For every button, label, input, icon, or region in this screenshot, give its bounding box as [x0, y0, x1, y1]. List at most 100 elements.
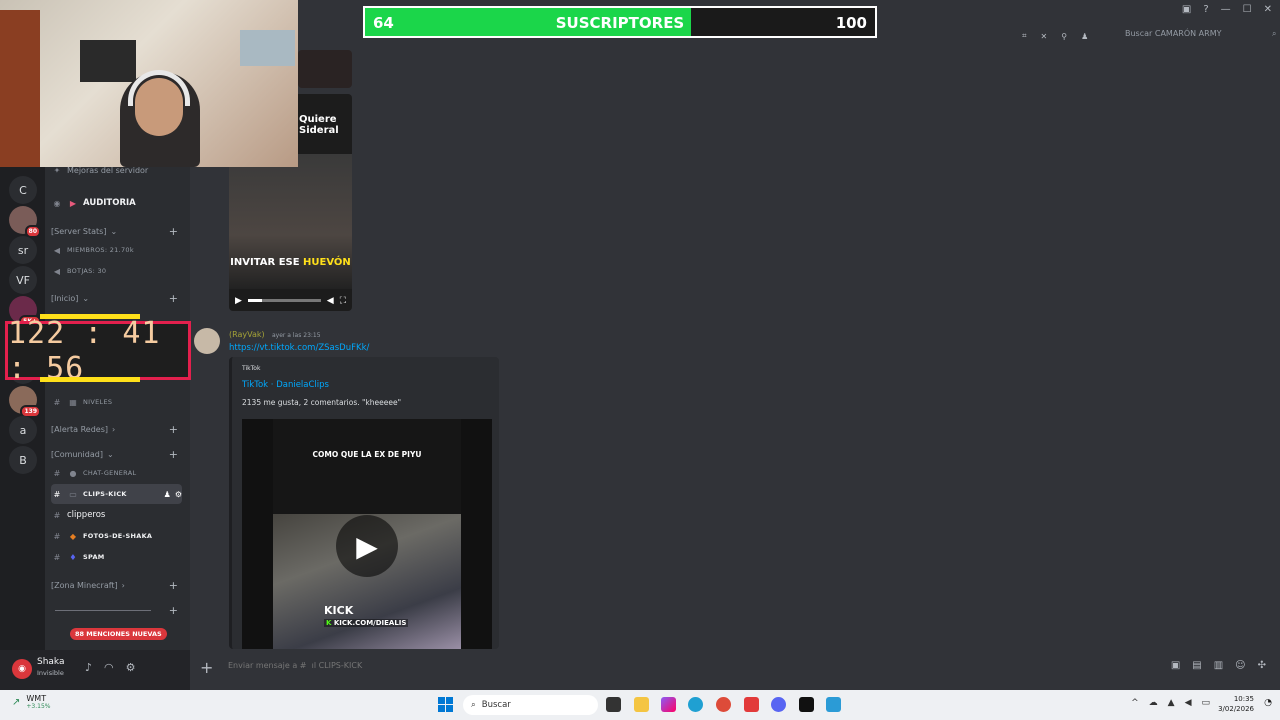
server-icon[interactable]: a — [9, 416, 37, 444]
server-icon[interactable]: C — [9, 176, 37, 204]
add-channel-icon[interactable]: + — [169, 604, 178, 617]
pin-icon[interactable]: ⚲ — [1061, 32, 1067, 41]
discord-app: ▣ ? — ☐ ✕ ⌗ ✕ ⚲ ♟ Buscar CAMARÓN ARMY ⌕ … — [0, 0, 1280, 720]
gift-icon[interactable]: ▣ — [1171, 660, 1180, 671]
window-controls: ▣ ? — ☐ ✕ — [1182, 4, 1272, 15]
edge-icon[interactable] — [688, 697, 703, 712]
threads-icon[interactable]: ⌗ — [1022, 31, 1027, 41]
embed-video[interactable]: COMO QUE LA EX DE PIYU ▶ KICK K KICK.COM… — [242, 419, 492, 649]
hashtag-icon: # — [53, 552, 61, 562]
sidebar-item-botjas[interactable]: ◀ BOTJAS: 30 — [51, 261, 182, 281]
members-icon[interactable]: ♟ — [1081, 32, 1088, 41]
minimize-button[interactable]: — — [1221, 4, 1231, 15]
chevron-down-icon: ⌄ — [82, 293, 90, 303]
headphones-icon[interactable]: ◠ — [104, 661, 114, 674]
onedrive-icon[interactable]: ☁ — [1149, 698, 1158, 708]
server-icon[interactable]: 139 — [9, 386, 41, 418]
apps-icon[interactable]: ✣ — [1258, 660, 1266, 671]
clock[interactable]: 10:35 3/02/2026 — [1218, 694, 1254, 714]
category-server-stats[interactable]: [Server Stats] ⌄ + — [51, 221, 182, 241]
maximize-button[interactable]: ☐ — [1243, 4, 1252, 15]
server-icon[interactable]: VF — [9, 266, 37, 294]
invite-icon[interactable]: ♟ — [164, 490, 171, 499]
embed-provider: TikTok — [242, 365, 261, 372]
add-channel-icon[interactable]: + — [169, 225, 178, 238]
message-link[interactable]: https://vt.tiktok.com/ZSasDuFKk/ — [229, 343, 369, 353]
network-icon[interactable]: ▲ — [1168, 698, 1175, 708]
play-icon[interactable]: ▶ — [235, 296, 242, 306]
add-attachment-icon[interactable]: + — [200, 658, 213, 677]
chrome-icon[interactable] — [716, 697, 731, 712]
sidebar-item-clips-kick[interactable]: # ▭ CLIPS-KICK ♟ ⚙ — [51, 484, 182, 504]
screen-share-icon[interactable]: ▣ — [1182, 4, 1191, 15]
notepad-icon[interactable] — [826, 697, 841, 712]
stock-widget[interactable]: ↗ WMT +3.15% — [12, 694, 50, 710]
start-button[interactable] — [438, 697, 453, 712]
sidebar-item-niveles[interactable]: # ▦ NIVELES — [51, 392, 182, 412]
battery-icon[interactable]: ▭ — [1201, 698, 1210, 708]
add-channel-icon[interactable]: + — [169, 292, 178, 305]
sticker-icon[interactable]: ▥ — [1214, 660, 1223, 671]
search-icon: ⌕ — [471, 700, 476, 710]
close-button[interactable]: ✕ — [1264, 4, 1272, 15]
taskbar-search[interactable]: ⌕ Buscar — [463, 695, 598, 715]
volume-icon[interactable]: ◀ — [327, 296, 334, 306]
chevron-up-icon[interactable]: ^ — [1131, 698, 1139, 708]
server-icon[interactable]: sr — [9, 236, 37, 264]
sidebar-item-auditoria[interactable]: ◉ ▶ AUDITORIA — [51, 193, 182, 213]
emoji-icon[interactable]: ☺ — [1235, 660, 1245, 671]
message-author[interactable]: (RayVak) — [229, 330, 265, 339]
chevron-down-icon: ⌄ — [106, 449, 114, 459]
add-channel-icon[interactable]: + — [169, 448, 178, 461]
fullscreen-icon[interactable]: ⛶ — [340, 296, 346, 306]
sidebar-item-clipperos[interactable]: # clipperos — [51, 505, 182, 525]
category-inicio[interactable]: [Inicio] ⌄ + — [51, 288, 182, 308]
video-progress[interactable] — [247, 299, 321, 302]
video-attachment-top[interactable] — [298, 50, 352, 88]
user-status: Invisible — [37, 669, 64, 677]
category-zona-minecraft[interactable]: [Zona Minecraft] › + — [51, 575, 182, 595]
gif-icon[interactable]: ▤ — [1192, 660, 1201, 671]
sidebar-item-fotos-de-shaka[interactable]: # ◆ FOTOS-DE-SHAKA — [51, 526, 182, 546]
hashtag-icon: # — [53, 489, 61, 499]
copilot-icon[interactable] — [661, 697, 676, 712]
new-mentions-badge[interactable]: 88 MENCIONES NUEVAS — [70, 628, 167, 640]
search-input[interactable]: Buscar CAMARÓN ARMY ⌕ — [1125, 29, 1277, 39]
sidebar-item-chat-general[interactable]: # ● CHAT-GENERAL — [51, 463, 182, 483]
server-label: VF — [16, 273, 30, 287]
message-composer: + ▣ ▤ ▥ ☺ ✣ — [190, 652, 1280, 682]
server-icon[interactable]: B — [9, 446, 37, 474]
discord-icon[interactable] — [771, 697, 786, 712]
task-view-icon[interactable] — [606, 697, 621, 712]
category-alerta-redes[interactable]: [Alerta Redes] › + — [51, 419, 182, 439]
avatar[interactable]: ◉ — [12, 659, 32, 679]
settings-icon[interactable]: ⚙ — [175, 490, 182, 499]
notification-icon[interactable]: ◔ — [1264, 698, 1272, 708]
embed-video-caption: COMO QUE LA EX DE PIYU — [312, 450, 422, 459]
settings-icon[interactable]: ⚙ — [126, 661, 136, 674]
mute-icon[interactable]: ✕ — [1041, 32, 1048, 41]
file-explorer-icon[interactable] — [634, 697, 649, 712]
message-input[interactable] — [228, 661, 1128, 670]
volume-icon[interactable]: ◀ — [1185, 698, 1192, 708]
embed-title[interactable]: TikTok · DanielaClips — [242, 380, 329, 390]
video-caption: INVITAR ESE HUEVÓN — [230, 257, 351, 268]
server-icon[interactable]: 80 — [9, 206, 41, 238]
avatar[interactable] — [194, 328, 220, 354]
category-comunidad[interactable]: [Comunidad] ⌄ + — [51, 444, 182, 464]
chevron-right-icon: › — [112, 424, 116, 434]
megaphone-icon: ▶ — [69, 198, 77, 208]
stream-timer: 122 : 41 : 56 — [5, 316, 191, 386]
capcut-icon[interactable] — [799, 697, 814, 712]
office-icon[interactable] — [744, 697, 759, 712]
webcam-door — [0, 10, 40, 167]
play-icon[interactable]: ▶ — [336, 515, 398, 577]
help-icon[interactable]: ? — [1203, 4, 1208, 15]
add-channel-icon[interactable]: + — [169, 579, 178, 592]
add-channel-icon[interactable]: + — [169, 423, 178, 436]
microphone-icon[interactable]: ♪ — [85, 661, 92, 674]
sidebar-item-miembros[interactable]: ◀ MIEMBROS: 21.70k — [51, 240, 182, 260]
hashtag-icon: # — [53, 531, 61, 541]
sidebar-item-spam[interactable]: # ♦ SPAM — [51, 547, 182, 567]
windows-taskbar: ↗ WMT +3.15% ⌕ Buscar ^ ☁ ▲ ◀ ▭ 10:35 3/… — [0, 690, 1280, 720]
